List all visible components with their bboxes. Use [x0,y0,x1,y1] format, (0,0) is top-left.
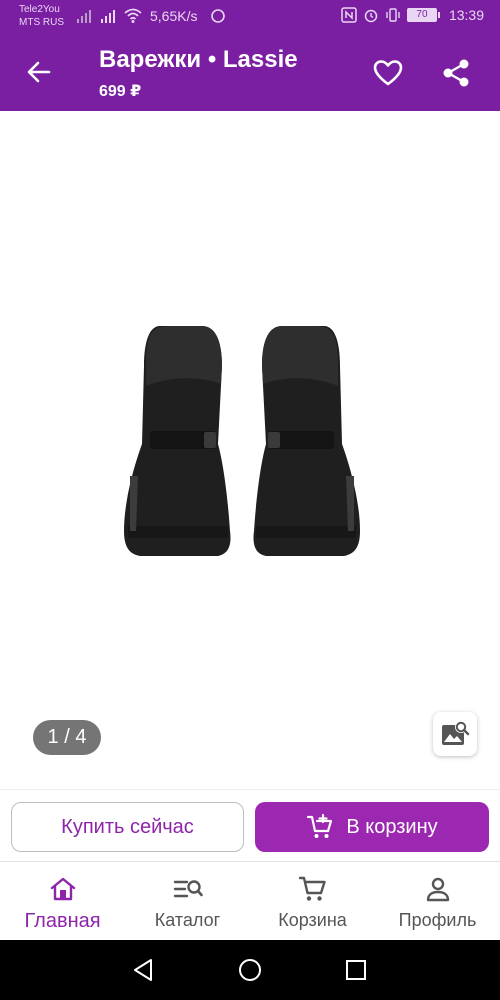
wifi-icon [124,8,142,23]
nfc-icon [341,7,357,23]
system-recents-button[interactable] [344,958,368,982]
share-button[interactable] [438,55,474,91]
triangle-back-icon [134,959,152,981]
right-mitten [253,326,360,556]
cart-icon [298,876,326,901]
add-to-cart-button[interactable]: В корзину [255,802,489,852]
bottom-navigation: Главная Каталог Корзина Профиль [0,861,500,940]
nav-item-cart[interactable]: Корзина [250,862,375,941]
system-home-button[interactable] [238,958,262,982]
product-image-mittens [124,326,360,556]
product-title: Варежки • Lassie [99,46,298,73]
alarm-icon [364,9,378,23]
signal-icon-2 [101,10,115,23]
carrier-2: MTS RUS [19,17,64,28]
nav-label-home: Главная [24,910,101,932]
add-to-cart-label: В корзину [346,815,438,838]
status-left-icons: 5,65K/s [76,7,227,25]
circle-home-icon [239,959,261,981]
share-icon [443,59,469,87]
left-mitten [124,326,231,556]
battery-icon: 70 [406,8,440,22]
home-icon [50,877,75,901]
purchase-actions: Купить сейчас В корзину [0,789,500,861]
carrier-info: Tele2You MTS RUS [19,3,64,29]
nav-label-catalog: Каталог [154,910,221,930]
product-price: 699 ₽ [99,83,142,100]
heart-icon [373,60,403,86]
system-navigation-bar [0,940,500,1000]
catalog-search-icon [173,880,203,898]
add-to-cart-icon [307,813,333,838]
system-back-button[interactable] [131,958,155,982]
vibrate-icon [386,8,400,22]
image-search-icon [442,721,470,745]
app-bar: Варежки • Lassie 699 ₽ [0,33,500,111]
network-speed: 5,65K/s [150,8,198,24]
image-search-button[interactable] [433,712,477,756]
nav-label-profile: Профиль [398,910,477,930]
nav-label-cart: Корзина [278,910,347,930]
carrier-1: Tele2You [19,4,60,15]
square-recents-icon [346,960,366,980]
page-indicator: 1 / 4 [33,720,101,755]
clock: 13:39 [448,7,484,23]
arrow-back-icon [27,61,51,83]
nav-item-catalog[interactable]: Каталог [125,862,250,941]
buy-now-button[interactable]: Купить сейчас [11,802,244,852]
status-bar: Tele2You MTS RUS 5,65K/s 70 13:39 [0,0,500,33]
sync-icon [211,9,226,23]
status-right-icons: 70 13:39 [341,7,484,23]
profile-icon [426,877,449,902]
nav-item-home[interactable]: Главная [0,862,125,941]
nav-item-profile[interactable]: Профиль [375,862,500,941]
back-button[interactable] [22,55,56,89]
signal-icon [77,10,91,23]
favorite-button[interactable] [370,55,406,91]
product-gallery[interactable]: 1 / 4 [0,111,500,789]
